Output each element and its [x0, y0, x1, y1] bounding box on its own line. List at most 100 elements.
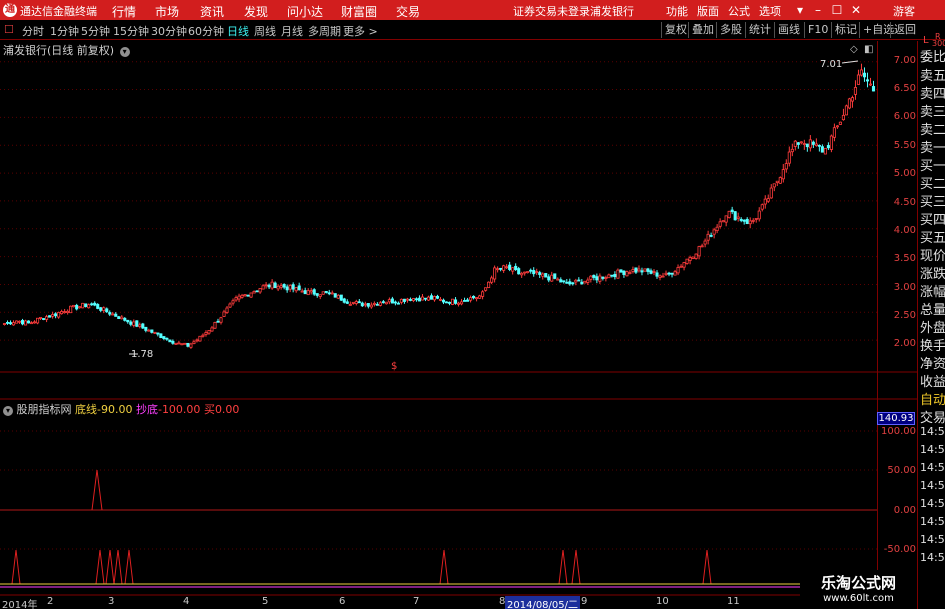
date-label: 2: [47, 596, 54, 607]
candle-body: [30, 322, 34, 325]
candle-body: [679, 265, 683, 268]
indicator-signals: [0, 469, 877, 588]
candle-body: [577, 279, 581, 282]
candle-body: [303, 290, 307, 295]
candle-body: [81, 302, 85, 309]
tick-time: 14:56: [920, 533, 945, 546]
candle-body: [604, 277, 608, 279]
line1-value: -90.00: [97, 403, 133, 416]
candle-body: [393, 301, 397, 304]
candle-body: [27, 320, 31, 324]
candle-body: [132, 321, 136, 326]
candle-body: [411, 298, 415, 302]
candle-body: [781, 169, 785, 180]
candle-body: [541, 273, 545, 277]
candle-body: [366, 303, 370, 307]
candle-body: [733, 211, 737, 221]
candle-body: [766, 198, 770, 202]
date-label: 6: [339, 596, 346, 607]
y-tick-600: 6.00: [893, 111, 916, 122]
candle-body: [90, 303, 94, 306]
candle-body: [45, 316, 49, 320]
candle-body: [117, 316, 121, 319]
diamond-icon[interactable]: ◇: [850, 44, 858, 55]
chart-title-text: 浦发银行(日线 前复权): [3, 44, 115, 57]
selected-date[interactable]: 2014/08/05/二: [505, 596, 581, 609]
candle-body: [75, 304, 79, 310]
candle-body: [399, 298, 403, 303]
candle-body: [129, 321, 133, 325]
panel-toggle-icon[interactable]: ◧: [864, 44, 873, 55]
candle-body: [408, 298, 412, 301]
trade-tab[interactable]: 交易: [920, 407, 945, 426]
candle-body: [180, 343, 184, 346]
candle-body: [162, 336, 166, 339]
y-tick-200: 2.00: [893, 338, 916, 349]
candle-body: [808, 139, 812, 149]
candle-body: [670, 272, 674, 275]
candle-body: [814, 143, 818, 146]
candle-body: [745, 218, 749, 224]
candle-body: [450, 298, 455, 305]
bottom-signal-spike: [95, 549, 105, 585]
candle-body: [69, 305, 73, 314]
field-net-assets: 净资: [920, 357, 945, 372]
candle-body: [700, 245, 704, 248]
date-label: 4: [183, 596, 190, 607]
candle-body: [297, 285, 301, 291]
bottom-signal-spike: [105, 549, 115, 585]
candle-body: [273, 282, 277, 289]
candle-body: [460, 301, 464, 305]
y-tick-650: 6.50: [893, 83, 916, 94]
candle-body: [637, 268, 641, 272]
candle-body: [360, 302, 364, 307]
candle-body: [51, 314, 55, 317]
tick-time: 14:56: [920, 551, 945, 564]
candle-body: [496, 268, 500, 271]
candle-body: [685, 258, 689, 264]
candle-body: [192, 341, 196, 345]
candle-body: [342, 298, 346, 303]
line1-label: 底线: [75, 403, 97, 416]
candle-body: [348, 303, 352, 306]
candle-body: [99, 307, 103, 311]
candle-body: [120, 316, 124, 320]
chart-title-dropdown-icon[interactable]: ▾: [119, 47, 130, 57]
chart-canvas[interactable]: 1.78 7.01 $ ◇ ◧: [0, 0, 945, 609]
candle-body: [481, 291, 485, 297]
candle-body: [712, 229, 716, 235]
candle-body: [601, 276, 605, 279]
indicator-name[interactable]: 股朋指标网: [17, 403, 72, 416]
candle-body: [790, 148, 794, 153]
field-price: 现价: [920, 249, 945, 264]
candle-body: [435, 295, 440, 299]
candle-body: [183, 342, 187, 345]
field-bid3: 买三: [920, 195, 945, 210]
candle-body: [511, 267, 515, 272]
candle-body: [505, 266, 509, 269]
candle-body: [703, 240, 707, 245]
candle-body: [523, 271, 527, 274]
corner-l[interactable]: L: [923, 35, 929, 46]
candle-body: [444, 301, 449, 304]
indicator-dropdown-icon[interactable]: ▾: [3, 406, 13, 416]
candle-body: [844, 105, 848, 116]
candle-body: [339, 294, 343, 301]
candle-body: [42, 318, 46, 320]
candle-body: [475, 297, 479, 300]
field-volume: 总量: [920, 303, 945, 318]
candle-body: [682, 262, 686, 268]
candle-body: [754, 218, 758, 220]
auto-tab[interactable]: 自动: [920, 389, 945, 408]
candle-body: [441, 299, 446, 303]
candlestick-series: [2, 63, 876, 349]
candle-body: [108, 312, 112, 315]
candle-body: [39, 317, 43, 319]
candle-body: [643, 268, 647, 272]
candle-body: [583, 280, 587, 284]
candle-body: [502, 265, 506, 271]
candle-body: [709, 235, 713, 237]
candle-body: [102, 307, 106, 311]
candle-body: [423, 297, 428, 300]
candle-body: [652, 271, 656, 273]
